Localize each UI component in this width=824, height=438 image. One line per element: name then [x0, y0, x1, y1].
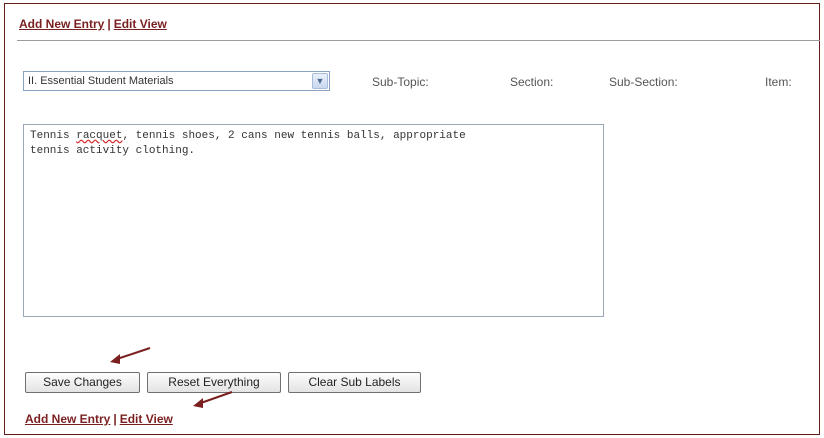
- top-nav: Add New Entry | Edit View: [19, 17, 167, 31]
- misspelled-word: racquet: [76, 130, 123, 142]
- save-changes-button[interactable]: Save Changes: [25, 372, 140, 393]
- arrow-annotation-icon: [110, 347, 151, 364]
- header-divider: [17, 40, 820, 41]
- edit-view-link-bottom[interactable]: Edit View: [120, 412, 173, 426]
- arrow-annotation-icon: [193, 391, 233, 408]
- entry-textarea[interactable]: Tennis racquet, tennis shoes, 2 cans new…: [23, 124, 604, 317]
- add-new-entry-link-top[interactable]: Add New Entry: [19, 17, 104, 31]
- nav-separator: |: [113, 412, 117, 426]
- sub-section-label: Sub-Section:: [609, 75, 678, 89]
- line-1-start: Tennis: [30, 130, 77, 142]
- item-label: Item:: [765, 75, 792, 89]
- chevron-down-icon[interactable]: ▼: [312, 73, 328, 89]
- add-new-entry-link-bottom[interactable]: Add New Entry: [25, 412, 110, 426]
- section-label: Section:: [510, 75, 554, 89]
- edit-view-link-top[interactable]: Edit View: [114, 17, 167, 31]
- textarea-line-2: tennis activity clothing.: [30, 145, 196, 157]
- nav-separator: |: [107, 17, 111, 31]
- line-1-end: , tennis shoes, 2 cans new tennis balls,…: [122, 130, 466, 142]
- sub-topic-label: Sub-Topic:: [372, 75, 429, 89]
- topic-select-value: II. Essential Student Materials: [28, 75, 174, 87]
- bottom-nav: Add New Entry | Edit View: [25, 412, 173, 426]
- clear-sub-labels-button[interactable]: Clear Sub Labels: [288, 372, 421, 393]
- topic-select[interactable]: II. Essential Student Materials ▼: [23, 71, 330, 91]
- textarea-line-1: Tennis racquet, tennis shoes, 2 cans new…: [30, 129, 597, 144]
